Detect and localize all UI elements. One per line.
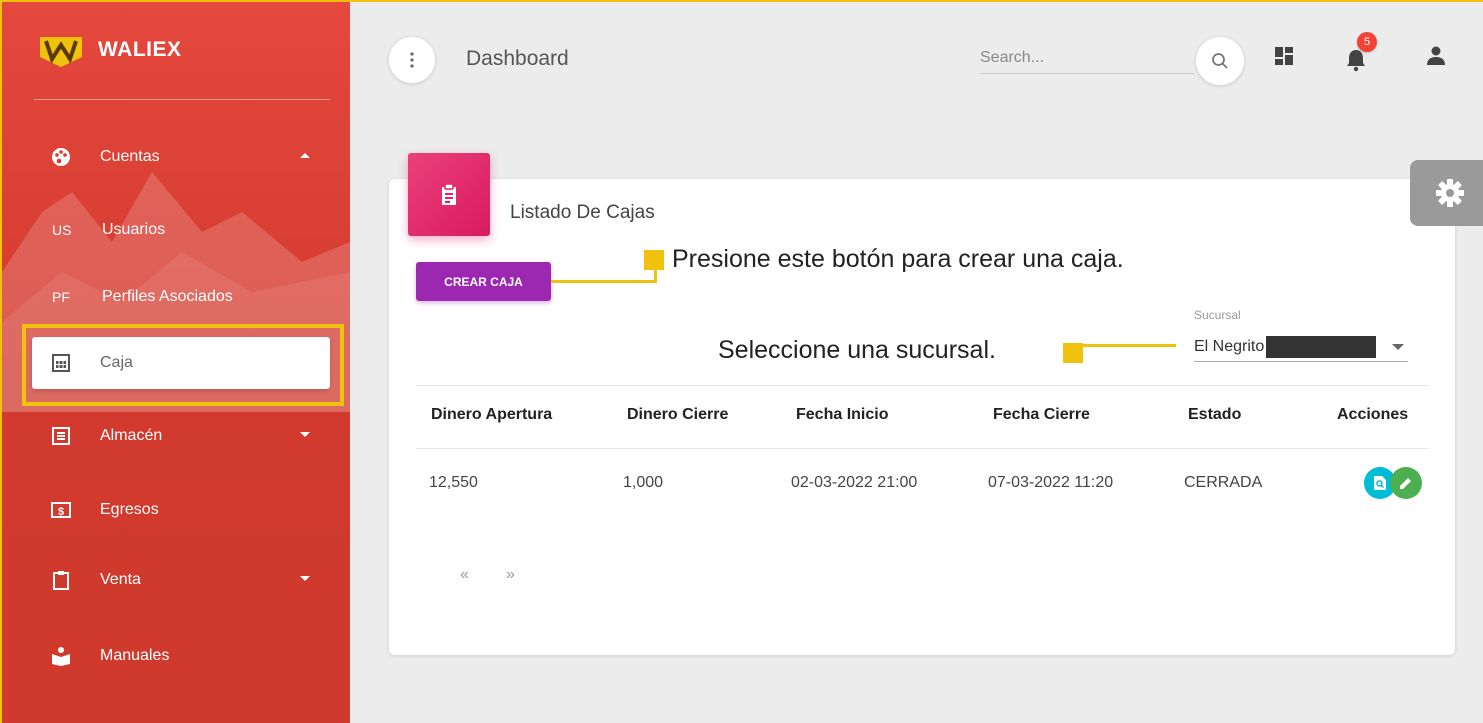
chevron-down-icon xyxy=(300,432,310,437)
page-title: Dashboard xyxy=(466,47,569,70)
column-header: Fecha Inicio xyxy=(796,406,889,423)
svg-text:$: $ xyxy=(58,506,64,518)
highlight-box-caja xyxy=(22,324,344,406)
chevron-down-icon xyxy=(1392,344,1404,350)
sidebar-divider xyxy=(34,99,330,100)
gear-icon xyxy=(1436,179,1464,207)
sidebar-item-label: Usuarios xyxy=(102,221,166,238)
sidebar-item-label: Egresos xyxy=(100,501,159,518)
more-options-button[interactable] xyxy=(389,37,435,83)
sucursal-label: Sucursal xyxy=(1194,308,1241,322)
sidebar-item-venta[interactable]: Venta xyxy=(32,554,330,606)
column-header: Fecha Cierre xyxy=(993,406,1090,423)
annotation-create-text: Presione este botón para crear una caja. xyxy=(672,245,1124,273)
sidebar-item-perfiles-asociados[interactable]: PF Perfiles Asociados xyxy=(32,271,330,323)
sidebar-item-abbr: US xyxy=(52,222,72,238)
column-header: Acciones xyxy=(1337,406,1409,423)
sidebar-item-label: Venta xyxy=(100,571,141,588)
redacted-area xyxy=(1266,335,1377,358)
sidebar-item-cuentas[interactable]: Cuentas xyxy=(32,131,330,183)
dashboard-icon[interactable] xyxy=(1275,47,1293,65)
more-vertical-icon xyxy=(410,52,414,68)
app-frame: WALIEX Cuentas US Usuarios PF Perfiles A… xyxy=(0,0,1483,723)
brand[interactable]: WALIEX xyxy=(38,28,182,72)
search-button[interactable] xyxy=(1196,37,1244,85)
sidebar-item-label: Almacén xyxy=(100,427,163,444)
settings-button[interactable] xyxy=(1410,160,1483,226)
notifications-button[interactable]: 5 xyxy=(1345,32,1377,72)
sidebar-item-almacen[interactable]: Almacén xyxy=(32,410,330,462)
annotation-select-text: Seleccione una sucursal. xyxy=(718,336,996,364)
clipboard-icon xyxy=(50,569,72,591)
annotation-connector xyxy=(1083,344,1176,347)
column-header: Dinero Cierre xyxy=(627,406,729,423)
main-area: Dashboard 5 xyxy=(350,2,1483,723)
pagination-next[interactable]: » xyxy=(506,566,515,584)
column-header: Dinero Apertura xyxy=(431,406,553,423)
table-cell: 12,550 xyxy=(429,474,478,491)
sidebar-item-label: Cuentas xyxy=(100,148,160,165)
edit-button[interactable] xyxy=(1390,467,1422,499)
sidebar-item-manuales[interactable]: Manuales xyxy=(32,630,330,682)
palette-icon xyxy=(50,146,72,168)
table-cell: 07-03-2022 11:20 xyxy=(988,474,1114,491)
sidebar-item-label: Perfiles Asociados xyxy=(102,288,233,305)
sidebar-item-usuarios[interactable]: US Usuarios xyxy=(32,204,330,256)
user-icon[interactable] xyxy=(1425,45,1447,67)
table-cell: CERRADA xyxy=(1184,474,1263,491)
table-divider xyxy=(416,385,1429,386)
search-input[interactable] xyxy=(980,42,1194,74)
sucursal-selected-value: El Negrito xyxy=(1194,337,1265,355)
list-icon xyxy=(50,425,72,447)
table-divider xyxy=(416,448,1429,449)
sidebar-item-egresos[interactable]: $ Egresos xyxy=(32,484,330,536)
sidebar: WALIEX Cuentas US Usuarios PF Perfiles A… xyxy=(2,2,350,723)
pagination-prev[interactable]: « xyxy=(460,566,469,584)
create-caja-button[interactable]: CREAR CAJA xyxy=(416,262,551,301)
card-title: Listado De Cajas xyxy=(510,202,655,223)
annotation-marker xyxy=(1063,343,1083,363)
annotation-marker xyxy=(644,250,664,270)
table-cell: 02-03-2022 21:00 xyxy=(791,474,918,491)
chevron-down-icon xyxy=(300,576,310,581)
sucursal-select[interactable]: El Negrito xyxy=(1194,332,1408,362)
clipboard-list-icon xyxy=(442,183,456,205)
chevron-up-icon xyxy=(300,153,310,158)
sidebar-item-label: Manuales xyxy=(100,647,170,664)
waliex-logo-icon xyxy=(40,37,82,67)
money-icon: $ xyxy=(50,499,72,521)
pencil-icon xyxy=(1400,478,1411,489)
sidebar-item-abbr: PF xyxy=(52,289,70,305)
search-icon xyxy=(1212,53,1228,69)
brand-name: WALIEX xyxy=(98,38,182,61)
annotation-connector xyxy=(551,280,657,283)
card-header-icon xyxy=(408,153,490,236)
reader-icon xyxy=(50,645,72,667)
column-header: Estado xyxy=(1188,406,1242,423)
table-cell: 1,000 xyxy=(623,474,664,491)
document-search-icon xyxy=(1374,476,1386,490)
notification-badge: 5 xyxy=(1357,32,1377,52)
